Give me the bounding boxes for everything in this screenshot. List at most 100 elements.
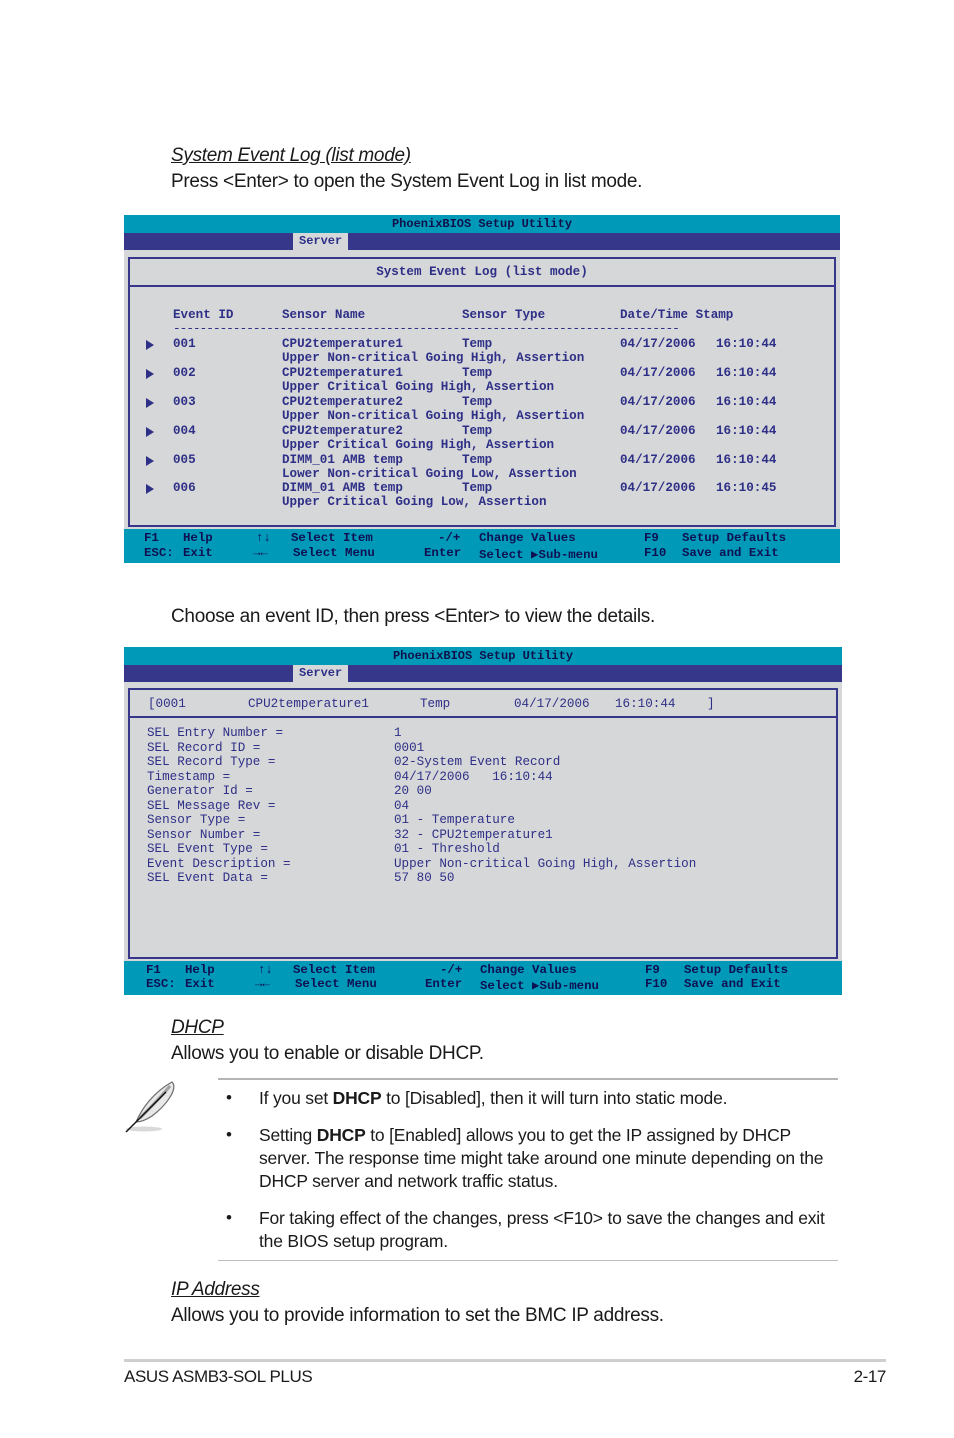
detail-field-label: SEL Message Rev = — [147, 798, 276, 813]
event-description: Upper Non-critical Going High, Assertion — [282, 351, 585, 365]
bullet-dot: • — [226, 1088, 232, 1107]
event-sensor-name: CPU2temperature2 — [282, 395, 403, 409]
event-description: Lower Non-critical Going Low, Assertion — [282, 467, 577, 481]
dhcp-description: Allows you to enable or disable DHCP. — [171, 1043, 484, 1064]
detail-field-value: 0001 — [394, 740, 425, 755]
feather-pen-icon — [122, 1078, 182, 1136]
key-updown-label: Select Item — [291, 531, 373, 545]
note-bottom-rule — [218, 1260, 838, 1261]
key-leftright-label: Select Menu — [295, 977, 377, 991]
event-sensor-type: Temp — [462, 366, 493, 380]
event-id: 006 — [173, 481, 196, 495]
event-date: 04/17/2006 — [620, 366, 696, 380]
event-date: 04/17/2006 — [620, 481, 696, 495]
row-pointer-icon — [146, 340, 154, 350]
event-sensor-name: DIMM_01 AMB temp — [282, 453, 403, 467]
key-f10-label: Save and Exit — [684, 977, 781, 991]
event-sensor-type: Temp — [462, 453, 493, 467]
header-separator: ----------------------------------------… — [173, 322, 680, 336]
detail-field-value: 1 — [394, 726, 402, 740]
detail-field-label: Timestamp = — [147, 769, 231, 784]
key-f10: F10 — [644, 546, 667, 560]
note-text: to [Disabled], then it will turn into st… — [381, 1088, 728, 1108]
key-f1-label: Help — [185, 963, 215, 977]
frame-divider — [128, 285, 836, 287]
row-pointer-icon — [146, 369, 154, 379]
event-sensor-name: CPU2temperature1 — [282, 337, 403, 351]
detail-field-value: 04/17/2006 16:10:44 — [394, 769, 553, 784]
event-id: 001 — [173, 337, 196, 351]
note-bullet-3: For taking effect of the changes, press … — [259, 1207, 844, 1253]
leftright-arrows-icon: →← — [255, 977, 270, 991]
event-id: 004 — [173, 424, 196, 438]
detail-header-sensor-type: Temp — [420, 697, 451, 711]
note-bullet-1: If you set DHCP to [Disabled], then it w… — [259, 1087, 839, 1110]
key-enter-label: Select ▶Sub-menu — [479, 548, 598, 562]
note-bullet-2: Setting DHCP to [Enabled] allows you to … — [259, 1124, 844, 1193]
detail-field-label: SEL Entry Number = — [147, 726, 284, 740]
frame-divider — [128, 716, 838, 718]
key-f9: F9 — [645, 963, 660, 977]
note-bold: DHCP — [316, 1125, 366, 1145]
updown-arrows-icon: ↑↓ — [256, 531, 271, 545]
bios-menubar: Server — [124, 665, 842, 682]
detail-header-date: 04/17/2006 — [514, 697, 590, 711]
detail-field-value: 01 - Threshold — [394, 842, 500, 856]
detail-field-label: SEL Record ID = — [147, 740, 261, 755]
bios-title: PhoenixBIOS Setup Utility — [124, 647, 842, 665]
event-date: 04/17/2006 — [620, 337, 696, 351]
key-esc: ESC: — [146, 977, 176, 991]
sel-detail-description: Choose an event ID, then press <Enter> t… — [171, 606, 655, 627]
bios-status-bar: F1 Help ESC: Exit ↑↓ Select Item →← Sele… — [124, 529, 840, 563]
detail-field-value: 04 — [394, 798, 410, 813]
note-top-rule — [218, 1078, 838, 1080]
bullet-dot: • — [226, 1125, 232, 1144]
key-esc-label: Exit — [183, 546, 213, 560]
bios-menubar: Server — [124, 233, 840, 250]
key-plusminus: -/+ — [438, 531, 461, 545]
key-enter-label: Select ▶Sub-menu — [480, 979, 599, 993]
detail-field-label: Sensor Type = — [147, 813, 246, 827]
key-f9-label: Setup Defaults — [682, 531, 787, 545]
key-f9: F9 — [644, 531, 659, 545]
detail-field-value: 57 80 50 — [394, 871, 455, 885]
key-plusminus: -/+ — [440, 963, 463, 977]
detail-field-value: 02-System Event Record — [394, 755, 561, 769]
updown-arrows-icon: ↑↓ — [258, 963, 273, 977]
event-description: Upper Non-critical Going High, Assertion — [282, 409, 585, 423]
col-sensor-name: Sensor Name — [282, 308, 366, 322]
row-pointer-icon — [146, 456, 154, 466]
col-date-time: Date/Time Stamp — [620, 308, 734, 322]
key-f1-label: Help — [183, 531, 213, 545]
bios-sel-detail-screen: PhoenixBIOS Setup Utility Server [0001 C… — [124, 647, 842, 995]
tab-server[interactable]: Server — [293, 233, 349, 250]
key-esc: ESC: — [144, 546, 174, 560]
event-time: 16:10:44 — [716, 395, 777, 409]
ip-address-description: Allows you to provide information to set… — [171, 1305, 664, 1326]
footer-rule — [124, 1359, 886, 1362]
col-sensor-type: Sensor Type — [462, 308, 546, 322]
sel-list-panel-title: System Event Log (list mode) — [376, 265, 588, 279]
detail-field-label: Sensor Number = — [147, 827, 261, 842]
detail-header-open: [0001 — [148, 697, 186, 711]
key-enter: Enter — [424, 546, 462, 560]
note-text: For taking effect of the changes, press … — [259, 1208, 825, 1251]
event-time: 16:10:44 — [716, 366, 777, 380]
sel-list-description: Press <Enter> to open the System Event L… — [171, 171, 643, 192]
detail-field-label: Generator Id = — [147, 784, 253, 798]
tab-server[interactable]: Server — [293, 665, 349, 682]
key-plusminus-label: Change Values — [479, 531, 576, 545]
event-id: 003 — [173, 395, 196, 409]
event-description: Upper Critical Going High, Assertion — [282, 380, 555, 394]
event-sensor-name: CPU2temperature2 — [282, 424, 403, 438]
event-date: 04/17/2006 — [620, 424, 696, 438]
event-sensor-type: Temp — [462, 337, 493, 351]
key-enter: Enter — [425, 977, 463, 991]
detail-field-value: 32 - CPU2temperature1 — [394, 827, 553, 842]
detail-field-value: Upper Non-critical Going High, Assertion — [394, 856, 697, 871]
key-f9-label: Setup Defaults — [684, 963, 789, 977]
event-time: 16:10:44 — [716, 424, 777, 438]
row-pointer-icon — [146, 398, 154, 408]
key-updown-label: Select Item — [293, 963, 375, 977]
key-esc-label: Exit — [185, 977, 215, 991]
